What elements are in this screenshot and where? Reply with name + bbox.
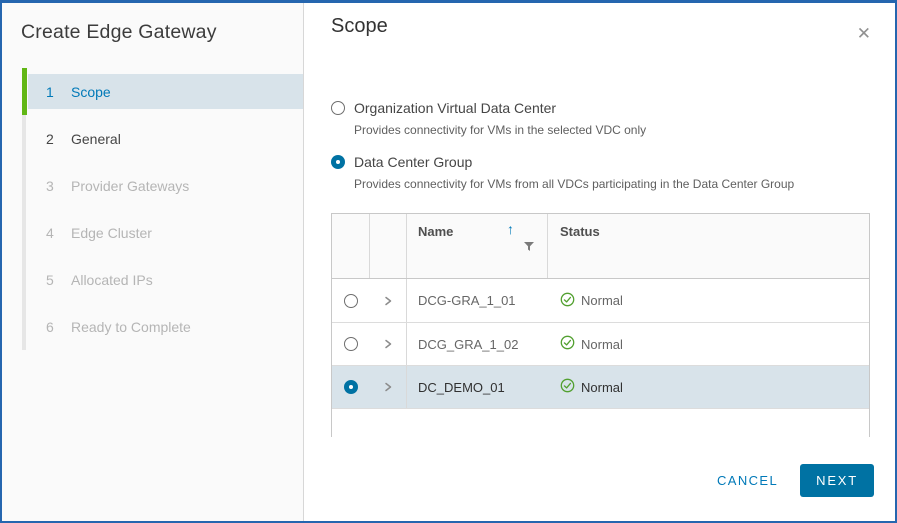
row-radio-unchecked-icon[interactable] — [344, 293, 358, 308]
check-circle-icon — [560, 292, 575, 310]
step-number: 3 — [46, 177, 54, 194]
wizard-steps: 1 Scope 2 General 3 Provider Gateways 4 … — [2, 68, 303, 350]
step-number: 1 — [46, 83, 54, 100]
close-icon[interactable]: ✕ — [857, 25, 871, 42]
next-button[interactable]: NEXT — [800, 464, 874, 497]
row-status-cell: Normal — [548, 366, 869, 408]
data-center-group-radio-row[interactable]: Data Center Group — [331, 154, 895, 170]
table-row-selected[interactable]: DC_DEMO_01 Normal — [332, 365, 869, 408]
chevron-right-icon[interactable] — [382, 381, 394, 393]
step-rail — [22, 256, 26, 303]
step-label: Provider Gateways — [71, 177, 190, 194]
wizard-title: Create Edge Gateway — [21, 21, 217, 43]
header-expand-column — [370, 214, 407, 278]
wizard-footer: CANCEL NEXT — [717, 464, 874, 497]
radio-unchecked-icon[interactable] — [331, 101, 345, 115]
header-select-column — [332, 214, 370, 278]
scope-radio-group: Organization Virtual Data Center Provide… — [331, 100, 895, 191]
table-row[interactable]: DCG_GRA_1_02 Normal — [332, 322, 869, 365]
step-rail — [22, 115, 26, 162]
data-center-group-grid: Name ↑ Status DCG-GRA_1_01 Normal DCG_GR… — [331, 213, 870, 437]
status-badge: Normal — [581, 379, 623, 395]
step-edge-cluster: 4 Edge Cluster — [2, 209, 303, 256]
column-header-label[interactable]: Name — [418, 224, 453, 239]
option-label[interactable]: Organization Virtual Data Center — [354, 100, 556, 116]
chevron-right-icon[interactable] — [382, 338, 394, 350]
column-header-label: Status — [560, 224, 600, 239]
step-ready-to-complete: 6 Ready to Complete — [2, 303, 303, 350]
filter-icon[interactable] — [524, 242, 534, 251]
step-number: 2 — [46, 130, 54, 147]
grid-header: Name ↑ Status — [332, 214, 869, 279]
row-name-cell[interactable]: DC_DEMO_01 — [407, 366, 548, 408]
step-label: General — [71, 130, 121, 147]
step-allocated-ips: 5 Allocated IPs — [2, 256, 303, 303]
active-step-indicator-bar — [22, 68, 27, 115]
table-row[interactable]: DCG-GRA_1_01 Normal — [332, 279, 869, 322]
check-circle-icon — [560, 335, 575, 353]
row-name-cell[interactable]: DCG-GRA_1_01 — [407, 279, 548, 322]
org-vdc-radio-row[interactable]: Organization Virtual Data Center — [331, 100, 895, 116]
status-badge: Normal — [581, 336, 623, 352]
chevron-right-icon[interactable] — [382, 295, 394, 307]
row-radio-checked-icon[interactable] — [344, 380, 358, 394]
step-number: 5 — [46, 271, 54, 288]
step-number: 4 — [46, 224, 54, 241]
header-status-column: Status — [548, 214, 869, 278]
option-org-vdc: Organization Virtual Data Center Provide… — [331, 100, 895, 137]
row-radio-unchecked-icon[interactable] — [344, 337, 358, 351]
option-label[interactable]: Data Center Group — [354, 154, 472, 170]
step-label: Scope — [71, 83, 111, 100]
wizard-main-panel: Scope ✕ Organization Virtual Data Center… — [304, 3, 895, 521]
wizard-sidebar: Create Edge Gateway 1 Scope 2 General 3 … — [2, 3, 304, 521]
step-rail — [22, 303, 26, 350]
step-label: Edge Cluster — [71, 224, 152, 241]
radio-checked-icon[interactable] — [331, 155, 345, 169]
step-provider-gateways: 3 Provider Gateways — [2, 162, 303, 209]
step-general[interactable]: 2 General — [2, 115, 303, 162]
step-rail — [22, 162, 26, 209]
option-description: Provides connectivity for VMs in the sel… — [354, 123, 647, 137]
cancel-button[interactable]: CANCEL — [717, 473, 778, 488]
check-circle-icon — [560, 378, 575, 396]
step-label: Ready to Complete — [71, 318, 191, 335]
row-status-cell: Normal — [548, 323, 869, 365]
page-title: Scope — [331, 15, 388, 37]
row-status-cell: Normal — [548, 279, 869, 322]
step-label: Allocated IPs — [71, 271, 153, 288]
grid-empty-area — [332, 408, 869, 437]
step-number: 6 — [46, 318, 54, 335]
step-scope[interactable]: 1 Scope — [2, 68, 303, 115]
create-edge-gateway-dialog: Create Edge Gateway 1 Scope 2 General 3 … — [0, 0, 897, 523]
status-badge: Normal — [581, 293, 623, 308]
option-description: Provides connectivity for VMs from all V… — [354, 177, 795, 191]
step-rail — [22, 209, 26, 256]
sort-ascending-icon[interactable]: ↑ — [507, 221, 514, 237]
option-data-center-group: Data Center Group Provides connectivity … — [331, 154, 895, 191]
row-name-cell[interactable]: DCG_GRA_1_02 — [407, 323, 548, 365]
header-name-column[interactable]: Name ↑ — [407, 214, 548, 278]
